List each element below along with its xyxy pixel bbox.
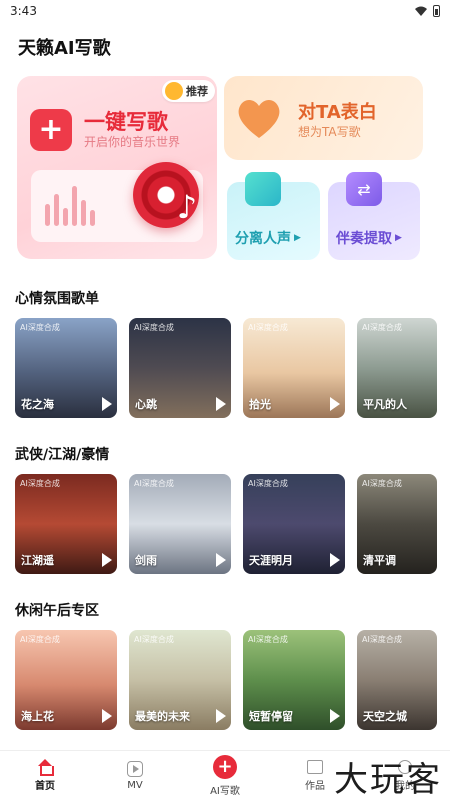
play-icon[interactable] [330, 553, 340, 567]
tile-name: 心跳 [135, 398, 157, 411]
playlist-row-wuxia: AI深度合成 江湖遥 AI深度合成 剑雨 AI深度合成 天涯明月 AI深度合成 … [15, 474, 437, 574]
playlist-tile[interactable]: AI深度合成 天涯明月 [243, 474, 345, 574]
status-bar: 3:43 [0, 0, 450, 22]
ai-tag: AI深度合成 [248, 635, 288, 644]
ai-tag: AI深度合成 [362, 635, 402, 644]
playlist-tile[interactable]: AI深度合成 心跳 [129, 318, 231, 418]
playlist-tile[interactable]: AI深度合成 剑雨 [129, 474, 231, 574]
card-title: 一键写歌 [84, 110, 168, 134]
ai-tag: AI深度合成 [134, 323, 174, 332]
wifi-icon [415, 6, 427, 16]
recommend-badge: 推荐 [162, 80, 215, 102]
play-icon[interactable] [216, 709, 226, 723]
watermark: 大玩客 [334, 760, 442, 800]
nav-label: 首页 [35, 781, 55, 792]
tile-name: 平凡的人 [363, 398, 407, 411]
tile-name: 花之海 [21, 398, 54, 411]
playlist-tile[interactable]: AI深度合成 清平调 [357, 474, 437, 574]
thumbs-up-icon [165, 82, 183, 100]
playlist-row-mood: AI深度合成 花之海 AI深度合成 心跳 AI深度合成 拾光 AI深度合成 平凡… [15, 318, 437, 418]
ai-write-icon: + [213, 754, 237, 779]
ai-tag: AI深度合成 [20, 635, 60, 644]
tile-name: 短暂停留 [249, 710, 293, 723]
ai-tag: AI深度合成 [134, 635, 174, 644]
play-icon[interactable] [102, 709, 112, 723]
nav-mv[interactable]: MV [90, 751, 180, 800]
nav-ai-write[interactable]: + AI写歌 [180, 751, 270, 800]
plus-icon: + [30, 109, 72, 151]
tile-name: 江湖遥 [21, 554, 54, 567]
ai-tag: AI深度合成 [248, 323, 288, 332]
ai-tag: AI深度合成 [362, 479, 402, 488]
music-note-icon: ♪ [176, 188, 197, 226]
ai-tag: AI深度合成 [134, 479, 174, 488]
tile-name: 天空之城 [363, 710, 407, 723]
separate-vocals-card[interactable]: 分离人声 ▶ [227, 172, 320, 260]
arrow-right-icon: ▶ [294, 233, 301, 243]
nav-home[interactable]: 首页 [0, 751, 90, 800]
card-label-text: 伴奏提取 [336, 231, 392, 247]
works-icon [307, 759, 323, 774]
playlist-tile[interactable]: AI深度合成 天空之城 [357, 630, 437, 730]
section-title-leisure: 休闲午后专区 [15, 603, 99, 619]
play-icon[interactable] [216, 397, 226, 411]
playlist-tile[interactable]: AI深度合成 花之海 [15, 318, 117, 418]
tile-name: 剑雨 [135, 554, 157, 567]
playlist-tile[interactable]: AI深度合成 短暂停留 [243, 630, 345, 730]
nav-label: MV [127, 779, 143, 791]
playlist-tile[interactable]: AI深度合成 拾光 [243, 318, 345, 418]
folder-icon [245, 172, 281, 206]
card-label-text: 分离人声 [235, 231, 291, 247]
tile-name: 拾光 [249, 398, 271, 411]
tile-name: 清平调 [363, 554, 396, 567]
app-title: 天籁AI写歌 [18, 38, 111, 59]
tile-name: 海上花 [21, 710, 54, 723]
battery-icon [433, 5, 440, 17]
play-icon[interactable] [102, 553, 112, 567]
badge-label: 推荐 [186, 85, 208, 98]
home-icon [37, 759, 54, 776]
tile-name: 最美的未来 [135, 710, 190, 723]
playlist-tile[interactable]: AI深度合成 海上花 [15, 630, 117, 730]
mv-icon [127, 760, 143, 777]
waveform-icon [45, 186, 95, 226]
playlist-tile[interactable]: AI深度合成 最美的未来 [129, 630, 231, 730]
play-icon[interactable] [102, 397, 112, 411]
section-title-wuxia: 武侠/江湖/豪情 [15, 447, 110, 463]
nav-label: 作品 [305, 780, 325, 792]
playlist-tile[interactable]: AI深度合成 平凡的人 [357, 318, 437, 418]
ai-tag: AI深度合成 [20, 323, 60, 332]
status-time: 3:43 [10, 4, 37, 18]
play-icon[interactable] [330, 397, 340, 411]
tile-name: 天涯明月 [249, 554, 293, 567]
heart-icon [238, 100, 280, 138]
play-icon[interactable] [330, 709, 340, 723]
confession-card[interactable]: 对TA表白 想为TA写歌 [224, 76, 423, 160]
section-title-mood: 心情氛围歌单 [15, 291, 99, 307]
nav-label: AI写歌 [210, 785, 240, 797]
play-icon[interactable] [216, 553, 226, 567]
status-icons [415, 5, 440, 17]
playlist-tile[interactable]: AI深度合成 江湖遥 [15, 474, 117, 574]
playlist-row-leisure: AI深度合成 海上花 AI深度合成 最美的未来 AI深度合成 短暂停留 AI深度… [15, 630, 437, 730]
card-subtitle: 开启你的音乐世界 [84, 135, 181, 149]
swap-icon [346, 172, 382, 206]
ai-tag: AI深度合成 [248, 479, 288, 488]
extract-accompaniment-card[interactable]: 伴奏提取 ▶ [328, 172, 420, 260]
ai-tag: AI深度合成 [362, 323, 402, 332]
one-click-write-card[interactable]: 推荐 + 一键写歌 开启你的音乐世界 ♪ [17, 76, 217, 259]
ai-tag: AI深度合成 [20, 479, 60, 488]
card-title: 对TA表白 [298, 102, 377, 123]
card-subtitle: 想为TA写歌 [298, 125, 361, 139]
arrow-right-icon: ▶ [395, 233, 402, 243]
card-label: 分离人声 ▶ [235, 228, 301, 248]
card-label: 伴奏提取 ▶ [336, 228, 402, 248]
